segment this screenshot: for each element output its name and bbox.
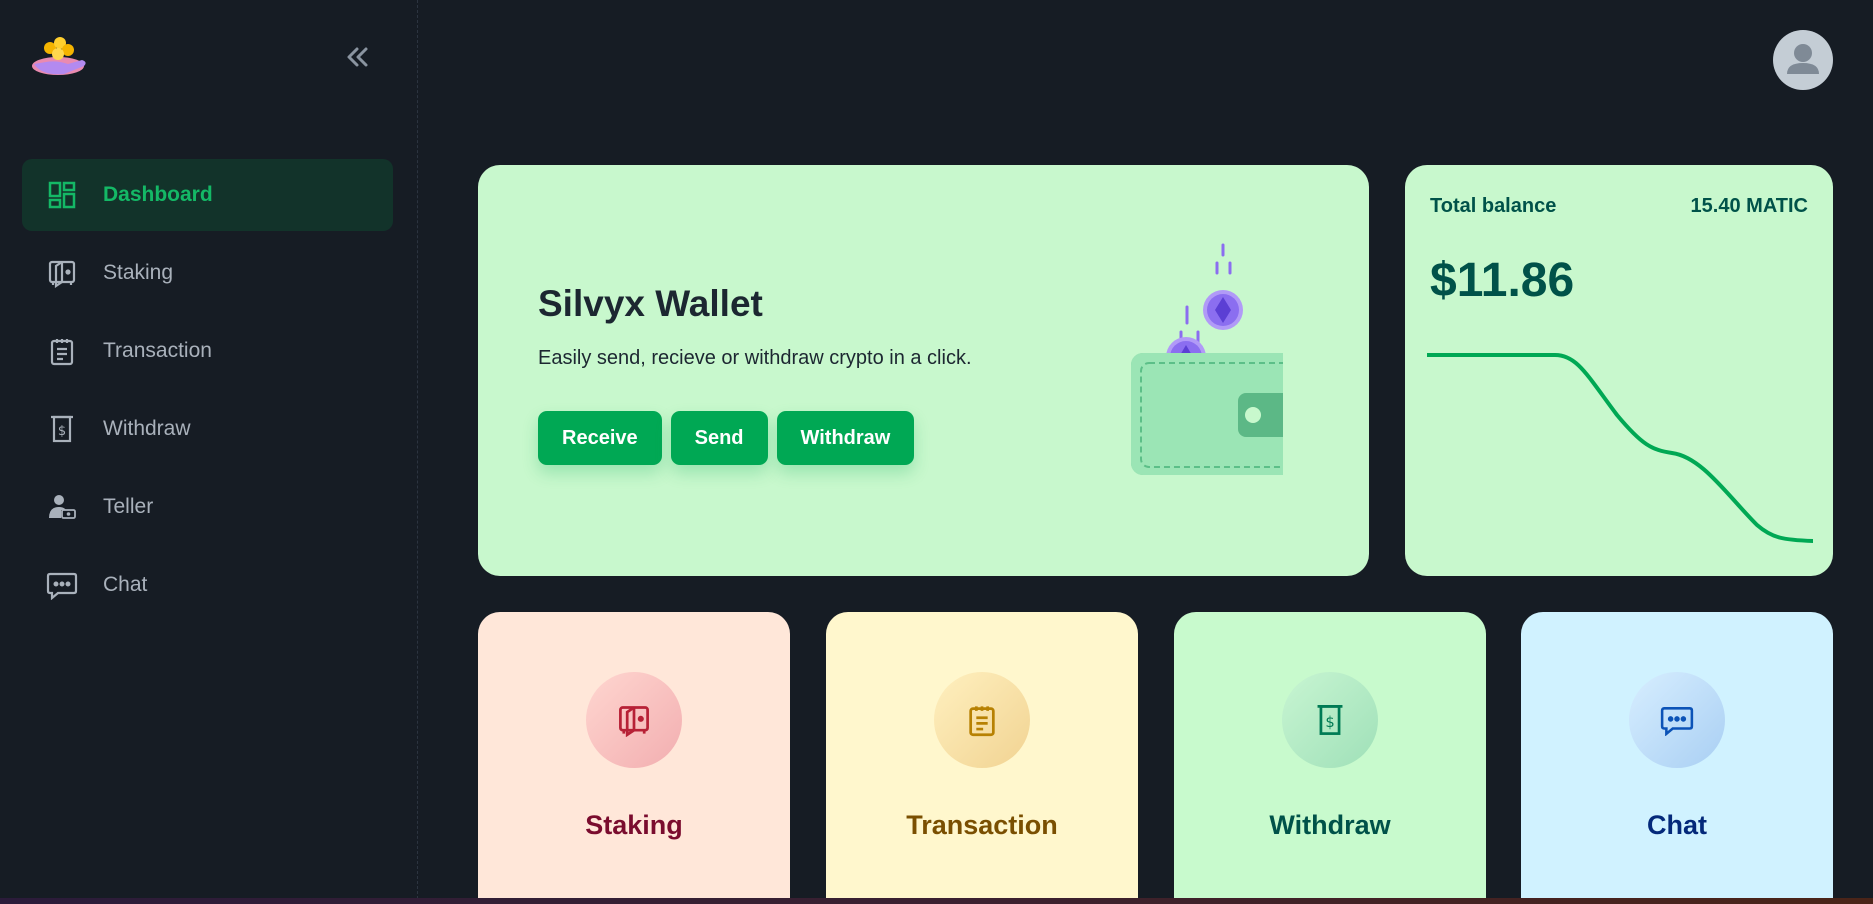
chat-icon	[1629, 672, 1725, 768]
app-logo-icon[interactable]	[28, 30, 90, 82]
send-button[interactable]: Send	[670, 411, 768, 465]
sidebar-item-label: Transaction	[103, 339, 212, 362]
sidebar-item-label: Teller	[103, 495, 154, 518]
wallet-card: Silvyx Wallet Easily send, recieve or wi…	[478, 165, 1369, 576]
transaction-icon	[934, 672, 1030, 768]
tile-label: Transaction	[906, 810, 1058, 840]
double-chevron-left-icon	[347, 47, 368, 67]
svg-text:$: $	[58, 424, 66, 439]
tile-transaction[interactable]: Transaction	[826, 612, 1138, 904]
sidebar-item-label: Withdraw	[103, 417, 191, 440]
sidebar-item-chat[interactable]: Chat	[22, 549, 393, 621]
tile-chat[interactable]: Chat	[1521, 612, 1833, 904]
sidebar-item-dashboard[interactable]: Dashboard	[22, 159, 393, 231]
sidebar-nav: Dashboard Staking Transaction $ Withdraw…	[22, 159, 393, 627]
balance-card: Total balance 15.40 MATIC $11.86	[1405, 165, 1833, 576]
wallet-illustration-icon	[1083, 235, 1301, 485]
collapse-sidebar-button[interactable]	[340, 40, 374, 74]
sidebar-item-transaction[interactable]: Transaction	[22, 315, 393, 387]
balance-amount: $11.86	[1430, 254, 1575, 307]
dashboard-icon	[46, 179, 78, 211]
sidebar-item-label: Dashboard	[103, 183, 213, 206]
user-avatar[interactable]	[1773, 30, 1833, 90]
transaction-icon	[46, 335, 78, 367]
chat-icon	[46, 569, 78, 601]
balance-label: Total balance	[1430, 195, 1557, 217]
user-icon	[1787, 44, 1819, 74]
tile-label: Staking	[585, 810, 683, 840]
sidebar-item-label: Staking	[103, 261, 174, 284]
sidebar-item-withdraw[interactable]: $ Withdraw	[22, 393, 393, 465]
withdraw-icon: $	[1282, 672, 1378, 768]
bottom-strip	[0, 898, 1873, 904]
staking-icon	[46, 257, 78, 289]
svg-text:$: $	[1325, 714, 1334, 731]
wallet-subtitle: Easily send, recieve or withdraw crypto …	[538, 347, 972, 369]
wallet-title: Silvyx Wallet	[538, 283, 763, 324]
withdraw-button[interactable]: Withdraw	[776, 411, 915, 465]
balance-matic: 15.40 MATIC	[1690, 195, 1808, 217]
sidebar-item-label: Chat	[103, 573, 148, 596]
withdraw-icon: $	[46, 413, 78, 445]
receive-button[interactable]: Receive	[538, 411, 662, 465]
tile-staking[interactable]: Staking	[478, 612, 790, 904]
wallet-actions: Receive Send Withdraw	[538, 411, 915, 465]
teller-icon	[46, 491, 78, 523]
tile-label: Chat	[1647, 810, 1707, 840]
sidebar: Dashboard Staking Transaction $ Withdraw…	[0, 0, 418, 904]
sidebar-item-staking[interactable]: Staking	[22, 237, 393, 309]
tile-label: Withdraw	[1269, 810, 1391, 840]
staking-icon	[586, 672, 682, 768]
tile-withdraw[interactable]: $ Withdraw	[1174, 612, 1486, 904]
sidebar-item-teller[interactable]: Teller	[22, 471, 393, 543]
balance-sparkline	[1427, 353, 1813, 543]
